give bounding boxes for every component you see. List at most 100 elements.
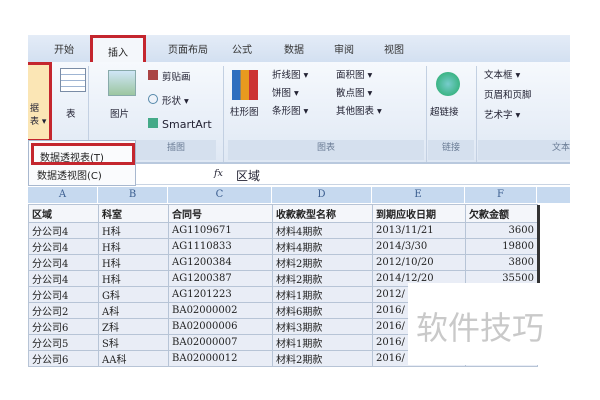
pivot-table-button[interactable]: 据 表 ▾	[28, 62, 52, 142]
tab-data[interactable]: 数据	[284, 41, 304, 56]
header-row: 区域 科室 合同号 收款款型名称 到期应收日期 欠款金额	[28, 204, 538, 223]
cell[interactable]: 科室	[98, 204, 169, 223]
cell[interactable]: 欠款金额	[465, 204, 538, 223]
cell[interactable]: 材料4期款	[272, 222, 373, 239]
hyperlink-button[interactable]: 超链接	[430, 104, 459, 118]
menu-item-pivot-table[interactable]: 数据透视表(T)	[31, 143, 135, 165]
tab-review[interactable]: 审阅	[334, 41, 354, 56]
area-chart-button[interactable]: 面积图 ▾	[336, 67, 372, 81]
tab-page-layout[interactable]: 页面布局	[168, 41, 208, 56]
scatter-chart-button[interactable]: 散点图 ▾	[336, 85, 372, 99]
table-row: 分公司4 H科 AG1109671 材料4期款 2013/11/21 3600	[28, 222, 538, 239]
picture-icon	[108, 70, 136, 96]
shapes-button[interactable]: 形状 ▾	[162, 93, 189, 107]
cell[interactable]: 分公司5	[28, 334, 99, 351]
cell[interactable]: 收款款型名称	[272, 204, 373, 223]
table-icon	[60, 68, 86, 92]
cell[interactable]: 材料1期款	[272, 334, 373, 351]
cell[interactable]: AG1200384	[168, 254, 273, 271]
tab-formulas[interactable]: 公式	[232, 41, 252, 56]
cell[interactable]: 分公司4	[28, 254, 99, 271]
pie-chart-button[interactable]: 饼图 ▾	[272, 85, 299, 99]
shapes-icon	[148, 94, 158, 104]
smartart-icon	[148, 118, 158, 128]
cell[interactable]: 分公司4	[28, 222, 99, 239]
column-chart-icon	[232, 70, 258, 100]
cell[interactable]: 分公司4	[28, 238, 99, 255]
cell[interactable]: S科	[98, 334, 169, 351]
cell[interactable]: AA科	[98, 350, 169, 367]
cell[interactable]: AG1200387	[168, 270, 273, 287]
table-button[interactable]: 表	[66, 106, 76, 120]
column-header-a[interactable]: A	[28, 187, 98, 203]
bar-chart-button[interactable]: 条形图 ▾	[272, 103, 308, 117]
group-charts: 图表	[228, 140, 424, 160]
cell[interactable]: 材料6期款	[272, 302, 373, 319]
cell[interactable]: BA02000012	[168, 350, 273, 367]
cell[interactable]: 3800	[465, 254, 538, 271]
textbox-button[interactable]: 文本框 ▾	[484, 67, 520, 81]
cell[interactable]: AG1201223	[168, 286, 273, 303]
cell[interactable]: AG1109671	[168, 222, 273, 239]
cell[interactable]: 分公司6	[28, 318, 99, 335]
column-header-f[interactable]: F	[465, 187, 537, 203]
table-row: 分公司4 H科 AG1200384 材料2期款 2012/10/20 3800	[28, 254, 538, 271]
cell[interactable]: H科	[98, 238, 169, 255]
other-charts-button[interactable]: 其他图表 ▾	[336, 103, 382, 117]
cell[interactable]: 材料2期款	[272, 254, 373, 271]
cell[interactable]: BA02000007	[168, 334, 273, 351]
column-header-c[interactable]: C	[168, 187, 272, 203]
column-chart-button[interactable]: 柱形图	[230, 104, 259, 118]
cell[interactable]: 材料3期款	[272, 318, 373, 335]
cell[interactable]: 材料4期款	[272, 238, 373, 255]
pivot-dropdown-menu: 数据透视表(T) 数据透视图(C)	[28, 140, 136, 186]
clipart-button[interactable]: 剪贴画	[162, 69, 191, 83]
cell[interactable]: 2012/10/20	[372, 254, 466, 271]
cell[interactable]: 合同号	[168, 204, 273, 223]
cell[interactable]: 分公司6	[28, 350, 99, 367]
cell[interactable]: 3600	[465, 222, 538, 239]
cell[interactable]: 到期应收日期	[372, 204, 466, 223]
picture-button[interactable]: 图片	[110, 106, 129, 120]
cell[interactable]: 材料2期款	[272, 350, 373, 367]
cell[interactable]: H科	[98, 222, 169, 239]
cell[interactable]: BA02000006	[168, 318, 273, 335]
cell[interactable]: A科	[98, 302, 169, 319]
formula-input[interactable]: 区域	[236, 167, 260, 184]
globe-icon	[436, 72, 460, 96]
cell[interactable]: 分公司4	[28, 286, 99, 303]
watermark: 软件技巧	[408, 283, 570, 365]
tab-home[interactable]: 开始	[54, 41, 74, 56]
column-header-e[interactable]: E	[372, 187, 465, 203]
menu-item-pivot-chart[interactable]: 数据透视图(C)	[37, 167, 102, 182]
formula-bar: fx 区域	[136, 165, 570, 185]
cell[interactable]: H科	[98, 270, 169, 287]
tab-insert[interactable]: 插入	[90, 35, 146, 63]
cell[interactable]: AG1110833	[168, 238, 273, 255]
line-chart-button[interactable]: 折线图 ▾	[272, 67, 308, 81]
cell[interactable]: 2013/11/21	[372, 222, 466, 239]
wordart-button[interactable]: 艺术字 ▾	[484, 107, 520, 121]
cell[interactable]: BA02000002	[168, 302, 273, 319]
cell[interactable]: G科	[98, 286, 169, 303]
cell[interactable]: 材料2期款	[272, 270, 373, 287]
column-headers: A B C D E F	[28, 187, 570, 203]
smartart-button[interactable]: SmartArt	[162, 118, 212, 131]
cell[interactable]: 材料1期款	[272, 286, 373, 303]
column-header-b[interactable]: B	[98, 187, 168, 203]
cell[interactable]: 2014/3/30	[372, 238, 466, 255]
group-links: 链接	[428, 140, 474, 160]
cell[interactable]: 19800	[465, 238, 538, 255]
header-footer-button[interactable]: 页眉和页脚	[484, 87, 532, 101]
column-header-d[interactable]: D	[272, 187, 372, 203]
tab-view[interactable]: 视图	[384, 41, 404, 56]
cell[interactable]: 分公司4	[28, 270, 99, 287]
cell[interactable]: 分公司2	[28, 302, 99, 319]
cell[interactable]: Z科	[98, 318, 169, 335]
cell[interactable]: H科	[98, 254, 169, 271]
cell[interactable]: 区域	[28, 204, 99, 223]
clipart-icon	[148, 70, 158, 80]
selection-border	[537, 205, 540, 285]
table-row: 分公司4 H科 AG1110833 材料4期款 2014/3/30 19800	[28, 238, 538, 255]
fx-icon[interactable]: fx	[214, 168, 223, 179]
